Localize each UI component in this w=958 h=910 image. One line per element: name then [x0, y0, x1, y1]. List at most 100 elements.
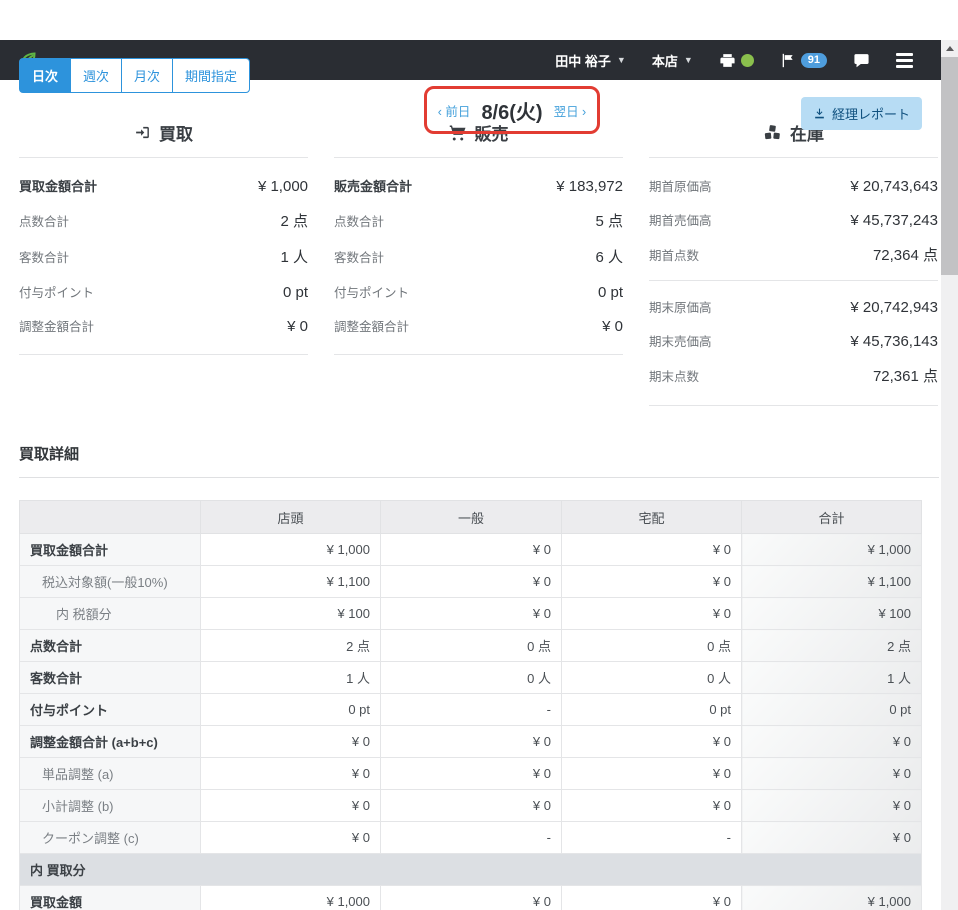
cell-value: ¥ 0: [380, 597, 562, 630]
cell-value: ¥ 1,000: [200, 533, 381, 566]
cell-total: ¥ 0: [741, 821, 922, 854]
cell-value: 0 pt: [561, 693, 742, 726]
cell-value: 0 pt: [200, 693, 381, 726]
summary-value: ¥ 1,000: [257, 177, 308, 195]
tab-weekly[interactable]: 週次: [70, 58, 123, 93]
table-header-row: 店頭 一般 宅配 合計: [19, 500, 922, 534]
cell-value: ¥ 0: [200, 757, 381, 790]
summary-value: ¥ 45,737,243: [850, 211, 938, 229]
cell-total: ¥ 0: [741, 725, 922, 758]
cell-value: ¥ 0: [561, 757, 742, 790]
summary-label: 客数合計: [334, 250, 385, 265]
cell-value: ¥ 0: [561, 789, 742, 822]
summary-row: 期末点数 72,361 点: [649, 357, 938, 393]
divider: [649, 280, 938, 281]
summary-label: 期首原価高: [649, 179, 712, 194]
cell-value: 1 人: [200, 661, 381, 694]
accounting-report-button[interactable]: 経理レポート: [800, 97, 922, 130]
summary-row: 期末売価高 ¥ 45,736,143: [649, 323, 938, 357]
table-row: 客数合計 1 人0 人0 人1 人: [19, 661, 922, 694]
tab-period[interactable]: 期間指定: [172, 58, 251, 93]
summary-stock: 在庫 期首原価高 ¥ 20,743,643 期首売価高 ¥ 45,737,243 期首点…: [649, 120, 938, 406]
cell-value: ¥ 1,100: [200, 565, 381, 598]
summary-row: 客数合計 6 人: [334, 238, 623, 274]
summary-value: ¥ 20,742,943: [850, 298, 938, 316]
summary-sell-box: 販売金額合計 ¥ 183,972 点数合計 5 点客数合計 6 人付与ポイント 0 pt 調…: [334, 157, 623, 355]
table-row: 付与ポイント 0 pt -0 pt 0 pt: [19, 693, 922, 726]
cell-total: ¥ 1,100: [741, 565, 922, 598]
summary-value: ¥ 0: [602, 317, 623, 335]
col-header-total: 合計: [741, 500, 922, 534]
summary-buy-title-text: 買取: [159, 125, 193, 144]
summary-label: 期末原価高: [649, 300, 712, 315]
scrollbar[interactable]: [941, 40, 958, 910]
cell-value: -: [380, 821, 562, 854]
col-header-delivery: 宅配: [561, 500, 742, 534]
summary-label: 買取金額合計: [19, 178, 98, 194]
cell-value: ¥ 0: [561, 725, 742, 758]
cell-value: 0 点: [561, 629, 742, 662]
summary-value: 72,364 点: [872, 246, 938, 264]
summary-row: 調整金額合計 ¥ 0: [334, 308, 623, 342]
cell-value: ¥ 0: [200, 789, 381, 822]
summary-row: 期末原価高 ¥ 20,742,943: [649, 289, 938, 323]
tab-daily[interactable]: 日次: [19, 58, 72, 93]
cell-value: ¥ 0: [380, 789, 562, 822]
period-tabs: 日次 週次 月次 期間指定: [19, 58, 251, 93]
summary-row: 販売金額合計 ¥ 183,972: [334, 168, 623, 202]
prev-day-link[interactable]: ‹ 前日: [438, 101, 471, 120]
col-header-store: 店頭: [200, 500, 381, 534]
cell-value: ¥ 1,000: [200, 885, 381, 910]
next-day-link[interactable]: 翌日 ›: [554, 101, 587, 120]
cell-value: ¥ 0: [380, 565, 562, 598]
summary-value: 6 人: [595, 248, 623, 266]
summary-row: 点数合計 2 点: [19, 202, 308, 238]
row-label: 買取金額: [19, 885, 201, 910]
table-row: 買取金額合計 ¥ 1,000 ¥ 0 ¥ 0 ¥ 1,000: [19, 533, 922, 566]
summary-row: 期首原価高 ¥ 20,743,643: [649, 168, 938, 202]
row-label: 買取金額合計: [19, 533, 201, 566]
cell-value: ¥ 0: [380, 533, 562, 566]
cell-value: ¥ 0: [561, 565, 742, 598]
summary-buy-title: 買取: [19, 120, 308, 145]
cell-value: ¥ 0: [380, 757, 562, 790]
summary-label: 点数合計: [334, 214, 385, 229]
cell-total: ¥ 100: [741, 597, 922, 630]
tab-monthly[interactable]: 月次: [121, 58, 174, 93]
row-label: 内 税額分: [19, 597, 201, 630]
summary-value: ¥ 20,743,643: [850, 177, 938, 195]
download-icon: [815, 108, 824, 119]
summary-sell: 販売 販売金額合計 ¥ 183,972 点数合計 5 点客数合計 6 人付与ポイント 0 …: [334, 120, 623, 355]
summary-value: 2 点: [280, 212, 308, 230]
summary-stock-box: 期首原価高 ¥ 20,743,643 期首売価高 ¥ 45,737,243 期首点数 72…: [649, 157, 938, 406]
cell-total: 2 点: [741, 629, 922, 662]
table-row: クーポン調整 (c) ¥ 0- - ¥ 0: [19, 821, 922, 854]
summary-label: 調整金額合計: [334, 319, 410, 334]
cell-total: 0 pt: [741, 693, 922, 726]
stock-closing-group: 期末原価高 ¥ 20,742,943 期末売価高 ¥ 45,736,143 期末点数 72…: [649, 289, 938, 393]
cell-value: -: [561, 821, 742, 854]
cell-value: -: [380, 693, 562, 726]
summary-label: 期末売価高: [649, 334, 712, 349]
summary-label: 付与ポイント: [19, 285, 95, 300]
row-label: 小計調整 (b): [19, 789, 201, 822]
divider: [19, 477, 939, 478]
summary-row: 客数合計 1 人: [19, 238, 308, 274]
cell-value: 2 点: [200, 629, 381, 662]
table-row: 単品調整 (a) ¥ 0 ¥ 0 ¥ 0 ¥ 0: [19, 757, 922, 790]
cell-value: ¥ 0: [380, 885, 562, 910]
cell-value: ¥ 0: [561, 597, 742, 630]
summary-label: 期末点数: [649, 369, 700, 384]
table-section-row: 内 買取分: [19, 853, 922, 886]
cell-total: ¥ 1,000: [741, 533, 922, 566]
summary-buy-box: 買取金額合計 ¥ 1,000 点数合計 2 点客数合計 1 人付与ポイント 0 pt 調整金…: [19, 157, 308, 355]
summary-row: 点数合計 5 点: [334, 202, 623, 238]
summary-label: 期首点数: [649, 248, 700, 263]
accounting-report-label: 経理レポート: [831, 107, 910, 122]
summary-row: 買取金額合計 ¥ 1,000: [19, 168, 308, 202]
section-row-label: 内 買取分: [19, 853, 922, 886]
current-date: 8/6(火): [481, 101, 543, 124]
summary-label: 点数合計: [19, 214, 70, 229]
table-row: 買取金額 ¥ 1,000 ¥ 0 ¥ 0 ¥ 1,000: [19, 885, 922, 910]
summary-label: 調整金額合計: [19, 319, 95, 334]
